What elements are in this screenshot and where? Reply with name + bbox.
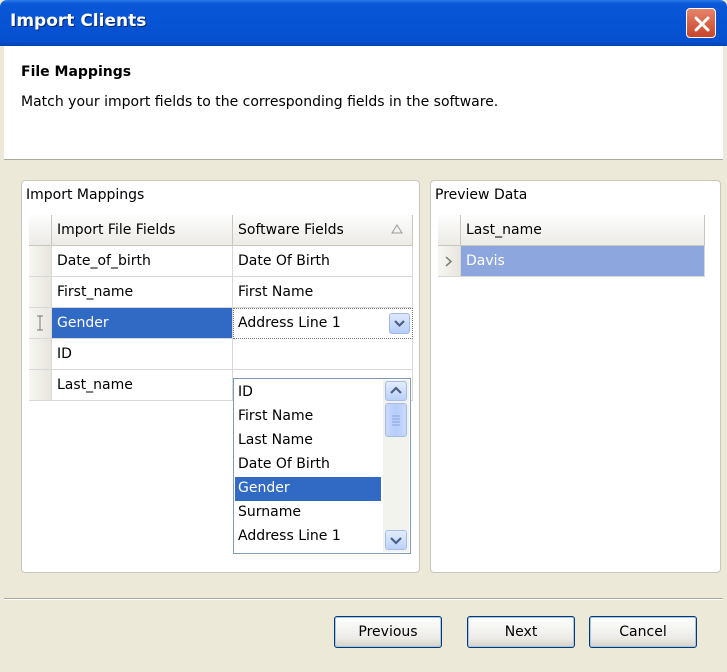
grid-header-row: Last_name xyxy=(438,215,705,246)
footer-divider xyxy=(4,598,723,600)
import-field-cell[interactable]: Date_of_birth xyxy=(52,246,233,277)
software-field-cell[interactable]: Date Of Birth xyxy=(233,246,413,277)
row-selector[interactable] xyxy=(438,246,461,277)
edit-cursor-icon xyxy=(37,315,43,331)
page-title: File Mappings xyxy=(21,64,132,80)
scroll-up-button[interactable] xyxy=(385,381,407,401)
import-field-cell[interactable]: Last_name xyxy=(52,370,233,401)
cancel-button[interactable]: Cancel xyxy=(589,616,697,648)
preview-grid: Last_name Davis xyxy=(438,215,705,277)
dropdown-option[interactable]: ID xyxy=(235,381,381,405)
row-selector[interactable] xyxy=(29,370,52,401)
row-selector[interactable] xyxy=(29,277,52,308)
column-header-last-name[interactable]: Last_name xyxy=(461,215,705,246)
page-description: Match your import fields to the correspo… xyxy=(21,94,499,110)
import-field-cell[interactable]: ID xyxy=(52,339,233,370)
close-button[interactable] xyxy=(686,8,716,38)
dropdown-option[interactable]: Address Line 1 xyxy=(235,525,381,549)
dropdown-option[interactable]: Last Name xyxy=(235,429,381,453)
import-clients-window: Import Clients File Mappings Match your … xyxy=(0,0,727,672)
import-field-cell[interactable]: First_name xyxy=(52,277,233,308)
grip-icon xyxy=(392,415,400,426)
mappings-grid: Import File Fields Software Fields Date_… xyxy=(29,215,413,403)
row-selector-header xyxy=(438,215,461,246)
preview-data-group: Preview Data Last_name Davis xyxy=(430,180,721,573)
software-field-combobox[interactable]: Address Line 1 xyxy=(233,308,413,339)
preview-cell[interactable]: Davis xyxy=(461,246,705,277)
combobox-dropdown-button[interactable] xyxy=(389,313,410,334)
table-row[interactable]: Date_of_birth Date Of Birth xyxy=(29,246,413,277)
row-selector[interactable] xyxy=(29,308,52,339)
dropdown-option[interactable]: Surname xyxy=(235,501,381,525)
close-icon xyxy=(694,16,710,32)
dropdown-scrollbar[interactable] xyxy=(383,380,409,552)
chevron-down-icon xyxy=(394,320,405,328)
row-selector[interactable] xyxy=(29,246,52,277)
software-field-dropdown-list[interactable]: ID First Name Last Name Date Of Birth Ge… xyxy=(233,378,411,554)
dialog-body: File Mappings Match your import fields t… xyxy=(4,46,723,668)
row-pointer-icon xyxy=(445,256,453,267)
table-row-selected[interactable]: Davis xyxy=(438,246,705,277)
table-row[interactable]: First_name First Name xyxy=(29,277,413,308)
scroll-thumb[interactable] xyxy=(385,403,407,437)
scroll-down-button[interactable] xyxy=(385,530,407,550)
row-selector-header xyxy=(29,215,52,246)
previous-button[interactable]: Previous xyxy=(334,616,442,648)
software-field-cell[interactable]: First Name xyxy=(233,277,413,308)
sort-ascending-icon xyxy=(391,224,403,234)
combobox-value: Address Line 1 xyxy=(238,315,341,331)
column-header-import-fields[interactable]: Import File Fields xyxy=(52,215,233,246)
import-mappings-title: Import Mappings xyxy=(26,187,145,203)
grid-header-row: Import File Fields Software Fields xyxy=(29,215,413,246)
row-selector[interactable] xyxy=(29,339,52,370)
column-header-software-fields[interactable]: Software Fields xyxy=(233,215,413,246)
title-bar: Import Clients xyxy=(0,0,727,46)
next-button[interactable]: Next xyxy=(467,616,575,648)
table-row[interactable]: ID xyxy=(29,339,413,370)
import-field-cell[interactable]: Gender xyxy=(52,308,233,339)
column-header-label: Software Fields xyxy=(238,222,344,238)
dropdown-option[interactable]: Date Of Birth xyxy=(235,453,381,477)
table-row-selected[interactable]: Gender Address Line 1 xyxy=(29,308,413,339)
preview-data-title: Preview Data xyxy=(435,187,528,203)
software-field-cell[interactable] xyxy=(233,339,413,370)
wizard-header: File Mappings Match your import fields t… xyxy=(4,46,723,160)
window-title: Import Clients xyxy=(10,11,147,31)
import-mappings-group: Import Mappings Import File Fields Softw… xyxy=(21,180,420,573)
chevron-down-icon xyxy=(390,537,402,545)
dropdown-option-highlighted[interactable]: Gender xyxy=(235,477,381,501)
dropdown-option[interactable]: First Name xyxy=(235,405,381,429)
chevron-up-icon xyxy=(390,386,402,394)
